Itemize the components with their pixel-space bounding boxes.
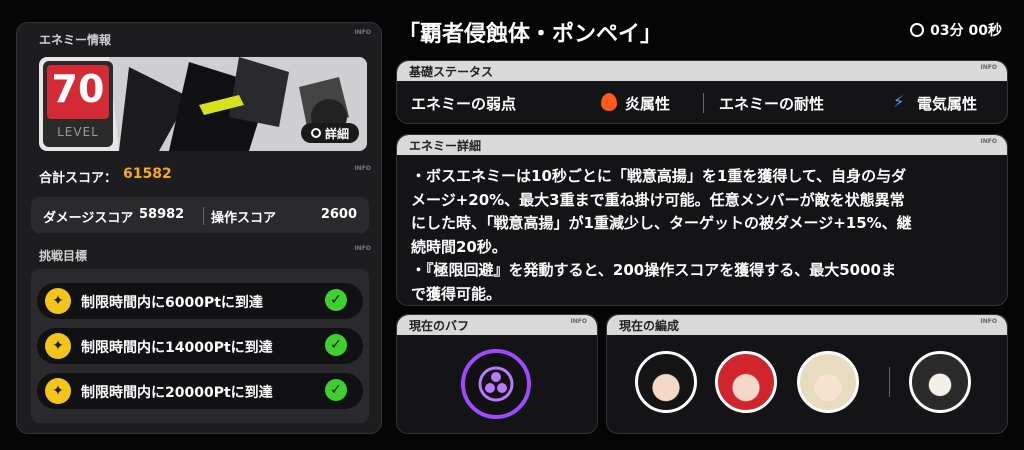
details-line: 続時間20秒。: [411, 237, 507, 256]
timer-icon: [910, 23, 925, 37]
total-score-value: 61582: [123, 166, 172, 182]
basic-status-header: 基礎ステータス INFO: [397, 61, 1007, 81]
goal-item-3: ✦ 制限時間内に20000Ptに到達 ✓: [37, 373, 363, 409]
basic-status-label: 基礎ステータス: [409, 65, 494, 79]
electric-icon: ⚡: [893, 92, 905, 111]
goals-header: 挑戦目標: [39, 249, 88, 263]
team-header: 現在の編成 INFO: [607, 315, 1007, 335]
star-medal-icon: ✦: [45, 378, 71, 404]
current-team-panel: 現在の編成 INFO: [606, 314, 1008, 434]
clock-icon: [310, 128, 321, 138]
info-tag: INFO: [354, 165, 371, 172]
current-buff-panel: 現在のバフ INFO: [396, 314, 598, 434]
resistance-value: 電気属性: [917, 95, 978, 113]
team-member-avatar-2[interactable]: [715, 351, 777, 413]
star-medal-icon: ✦: [45, 333, 71, 359]
goal-text-2: 制限時間内に14000Ptに到達: [81, 340, 273, 356]
details-button[interactable]: 詳細: [301, 123, 359, 143]
goal-item-2: ✦ 制限時間内に14000Ptに到達 ✓: [37, 328, 363, 364]
team-member-avatar-1[interactable]: [635, 351, 697, 413]
ops-score-label: 操作スコア: [211, 211, 277, 226]
goals-box: ✦ 制限時間内に6000Ptに到達 ✓ ✦ 制限時間内に14000Ptに到達 ✓…: [31, 269, 369, 423]
goal-item-1: ✦ 制限時間内に6000Ptに到達 ✓: [37, 283, 363, 319]
info-tag: INFO: [980, 318, 997, 325]
weakness-label: エネミーの弱点: [411, 95, 517, 113]
weakness-value: 炎属性: [625, 95, 671, 113]
team-member-avatar-3[interactable]: [797, 351, 859, 413]
total-score-label: 合計スコア：: [39, 171, 118, 186]
timer: 03分 00秒: [910, 20, 1002, 40]
level-label: LEVEL: [57, 125, 99, 139]
buff-icon[interactable]: [461, 349, 531, 419]
info-tag: INFO: [980, 138, 997, 145]
goal-text-3: 制限時間内に20000Ptに到達: [81, 385, 273, 401]
info-tag: INFO: [570, 318, 587, 325]
enemy-info-panel: エネミー情報 INFO 70 LEVEL 詳細 合計スコア： 61582 INF…: [16, 22, 382, 434]
check-icon: ✓: [325, 334, 347, 356]
fire-icon: [601, 93, 617, 111]
buff-header: 現在のバフ INFO: [397, 315, 597, 335]
enemy-details-panel: エネミー詳細 INFO ・ボスエネミーは10秒ごとに「戦意高揚」を1重を獲得して…: [396, 134, 1008, 306]
triskelion-icon: [478, 366, 514, 402]
details-line: ・ボスエネミーは10秒ごとに「戦意高揚」を1重を獲得して、自身の与ダ: [411, 167, 907, 185]
enemy-info-header: エネミー情報: [39, 33, 112, 47]
info-tag: INFO: [354, 245, 371, 252]
team-support-avatar[interactable]: [909, 351, 971, 413]
enemy-details-text[interactable]: ・ボスエネミーは10秒ごとに「戦意高揚」を1重を獲得して、自身の与ダ メージ+2…: [411, 165, 1001, 305]
info-tag: INFO: [980, 64, 997, 71]
details-line: メージ+20%、最大3重まで重ね掛け可能。任意メンバーが敵を状態異常: [411, 190, 905, 209]
score-breakdown-box: ダメージスコア 58982 操作スコア 2600: [31, 197, 369, 233]
goal-text-1: 制限時間内に6000Ptに到達: [81, 295, 263, 311]
timer-value: 03分 00秒: [930, 23, 1002, 39]
info-tag: INFO: [354, 29, 371, 36]
ops-score-value: 2600: [320, 207, 357, 222]
details-line: にした時、「戦意高揚」が1重減少し、ターゲットの被ダメージ+15%、継: [411, 214, 912, 232]
damage-score-value: 58982: [139, 207, 185, 222]
team-label: 現在の編成: [619, 319, 680, 333]
team-divider: [889, 367, 890, 397]
score-divider: [203, 207, 204, 225]
buff-label: 現在のバフ: [409, 319, 470, 333]
enemy-details-header: エネミー詳細 INFO: [397, 135, 1007, 155]
details-line: ・『極限回避』を発動すると、200操作スコアを獲得する、最大5000ま: [411, 261, 896, 279]
check-icon: ✓: [325, 289, 347, 311]
star-medal-icon: ✦: [45, 288, 71, 314]
status-divider: [703, 93, 704, 113]
enemy-portrait[interactable]: 70 LEVEL 詳細: [39, 57, 367, 151]
check-icon: ✓: [325, 379, 347, 401]
details-line: で獲得可能。: [411, 284, 502, 303]
enemy-name: 「覇者侵蝕体・ポンペイ」: [398, 22, 663, 47]
level-value: 70: [51, 67, 105, 111]
basic-status-panel: 基礎ステータス INFO エネミーの弱点 炎属性 エネミーの耐性 ⚡ 電気属性: [396, 60, 1008, 124]
damage-score-label: ダメージスコア: [43, 211, 134, 226]
resistance-label: エネミーの耐性: [719, 95, 825, 113]
enemy-details-label: エネミー詳細: [409, 139, 482, 153]
details-button-label: 詳細: [324, 126, 349, 141]
level-badge: 70 LEVEL: [43, 61, 113, 147]
